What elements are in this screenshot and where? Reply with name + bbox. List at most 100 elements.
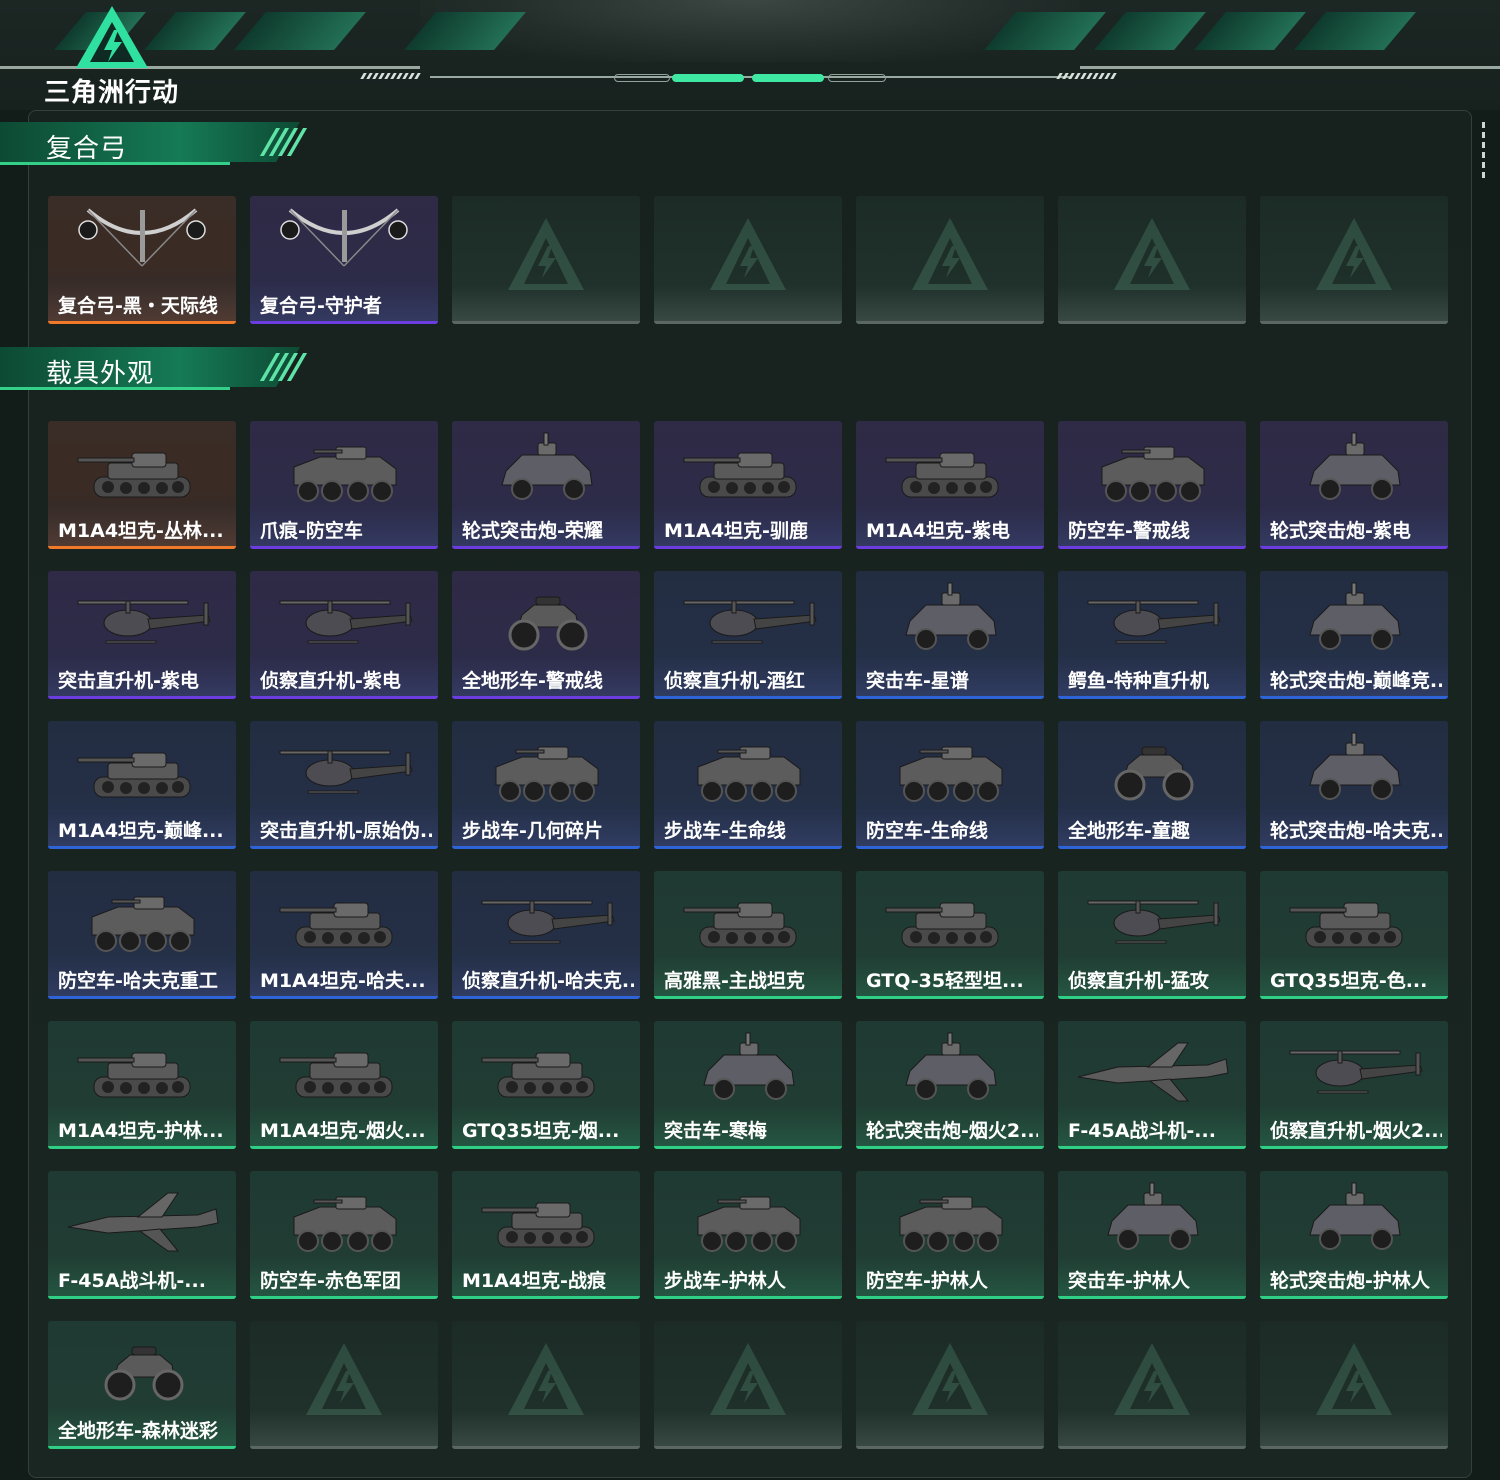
skin-card[interactable]: M1A4坦克-护林... [48,1021,236,1149]
slot-accent [654,321,842,324]
skin-card[interactable]: 侦察直升机-紫电 [250,571,438,699]
empty-slot-logo-icon [1114,218,1190,290]
skin-card[interactable]: 突击车-星谱 [856,571,1044,699]
skin-name: 轮式突击炮-哈夫克... [1270,820,1442,842]
section-title: 复合弓 [46,134,128,164]
header-stripe [1094,12,1206,50]
skin-card[interactable]: 突击车-寒梅 [654,1021,842,1149]
skin-name: 高雅黑-主战坦克 [664,970,805,992]
empty-slot-logo-icon [710,218,786,290]
header-glow [420,0,1080,62]
slot-accent [654,1446,842,1449]
skin-card[interactable]: F-45A战斗机-... [1058,1021,1246,1149]
skin-card[interactable]: 复合弓-黑・天际线 [48,196,236,324]
slot-accent [452,1446,640,1449]
skin-card[interactable]: 高雅黑-主战坦克 [654,871,842,999]
skin-card[interactable]: GTQ35坦克-烟... [452,1021,640,1149]
skin-card[interactable]: M1A4坦克-紫电 [856,421,1044,549]
skin-card[interactable]: GTQ35坦克-色... [1260,871,1448,999]
skin-card[interactable]: 轮式突击炮-巅峰竞... [1260,571,1448,699]
bow-grid: 复合弓-黑・天际线 复合弓-守护者 [48,196,1448,324]
skin-name: 防空车-哈夫克重工 [58,970,218,992]
skin-name: M1A4坦克-巅峰... [58,820,224,842]
skin-card[interactable]: 鳄鱼-特种直升机 [1058,571,1246,699]
scrollbar-dots[interactable] [1482,122,1486,182]
vehicle-grid: M1A4坦克-丛林... 爪痕-防空车 轮式突击炮-荣耀 M1A4坦克-驯鹿 M1A4坦… [48,421,1448,1449]
rarity-bar [452,846,640,849]
skin-card[interactable]: M1A4坦克-巅峰... [48,721,236,849]
skin-card[interactable]: 步战车-生命线 [654,721,842,849]
skin-card[interactable]: 全地形车-童趣 [1058,721,1246,849]
skin-card[interactable]: 侦察直升机-哈夫克... [452,871,640,999]
skin-card[interactable]: M1A4坦克-战痕 [452,1171,640,1299]
empty-slot-logo-icon [1316,1343,1392,1415]
skin-card[interactable]: 防空车-赤色军团 [250,1171,438,1299]
page-indicator-active [752,74,824,82]
section-title: 载具外观 [46,359,155,389]
top-header: 三角洲行动 [0,0,1500,110]
skin-card[interactable]: 复合弓-守护者 [250,196,438,324]
skin-name: 步战车-几何碎片 [462,820,603,842]
skin-name: 全地形车-警戒线 [462,670,603,692]
skin-card[interactable]: M1A4坦克-烟火... [250,1021,438,1149]
skin-card[interactable]: 侦察直升机-猛攻 [1058,871,1246,999]
empty-slot-logo-icon [306,1343,382,1415]
skin-name: 鳄鱼-特种直升机 [1068,670,1209,692]
rarity-bar [250,1146,438,1149]
empty-slot [856,196,1044,324]
skin-card[interactable]: M1A4坦克-哈夫... [250,871,438,999]
rarity-bar [1260,696,1448,699]
skin-card[interactable]: GTQ-35轻型坦... [856,871,1044,999]
rarity-bar [654,996,842,999]
skin-card[interactable]: 轮式突击炮-荣耀 [452,421,640,549]
skin-card[interactable]: M1A4坦克-驯鹿 [654,421,842,549]
skin-card[interactable]: 防空车-生命线 [856,721,1044,849]
empty-slot-logo-icon [1114,1343,1190,1415]
skin-name: F-45A战斗机-... [1068,1120,1216,1142]
empty-slot-logo-icon [508,1343,584,1415]
header-frame-line [430,76,1070,78]
rarity-bar [48,1446,236,1449]
skin-name: M1A4坦克-战痕 [462,1270,606,1292]
empty-slot [452,196,640,324]
header-frame-line [0,66,420,69]
rarity-bar [250,1296,438,1299]
skin-name: M1A4坦克-烟火... [260,1120,426,1142]
empty-slot [1058,1321,1246,1449]
rarity-bar [250,846,438,849]
skin-card[interactable]: 步战车-几何碎片 [452,721,640,849]
empty-slot [1260,1321,1448,1449]
skin-card[interactable]: 全地形车-警戒线 [452,571,640,699]
skin-card[interactable]: 步战车-护林人 [654,1171,842,1299]
skin-card[interactable]: 突击直升机-原始伪... [250,721,438,849]
skin-card[interactable]: 突击直升机-紫电 [48,571,236,699]
header-dashes [1056,64,1118,79]
rarity-bar [1058,996,1246,999]
skin-card[interactable]: 防空车-哈夫克重工 [48,871,236,999]
slot-accent [1058,321,1246,324]
rarity-bar [250,996,438,999]
skin-card[interactable]: 侦察直升机-酒红 [654,571,842,699]
rarity-bar [250,546,438,549]
rarity-bar [48,996,236,999]
skin-card[interactable]: 轮式突击炮-哈夫克... [1260,721,1448,849]
delta-logo-icon [76,6,148,68]
skin-card[interactable]: F-45A战斗机-... [48,1171,236,1299]
skin-card[interactable]: 轮式突击炮-护林人 [1260,1171,1448,1299]
skin-card[interactable]: 突击车-护林人 [1058,1171,1246,1299]
header-stripe [1294,12,1416,50]
skin-card[interactable]: 爪痕-防空车 [250,421,438,549]
skin-card[interactable]: 轮式突击炮-烟火2... [856,1021,1044,1149]
skin-card[interactable]: 轮式突击炮-紫电 [1260,421,1448,549]
rarity-bar [856,846,1044,849]
skin-card[interactable]: 防空车-警戒线 [1058,421,1246,549]
rarity-bar [452,546,640,549]
skin-card[interactable]: 侦察直升机-烟火2... [1260,1021,1448,1149]
skin-name: 全地形车-森林迷彩 [58,1420,218,1442]
skin-card[interactable]: 防空车-护林人 [856,1171,1044,1299]
slot-accent [1260,321,1448,324]
skin-name: 轮式突击炮-烟火2... [866,1120,1038,1142]
skin-name: GTQ35坦克-色... [1270,970,1428,992]
skin-card[interactable]: M1A4坦克-丛林... [48,421,236,549]
skin-card[interactable]: 全地形车-森林迷彩 [48,1321,236,1449]
